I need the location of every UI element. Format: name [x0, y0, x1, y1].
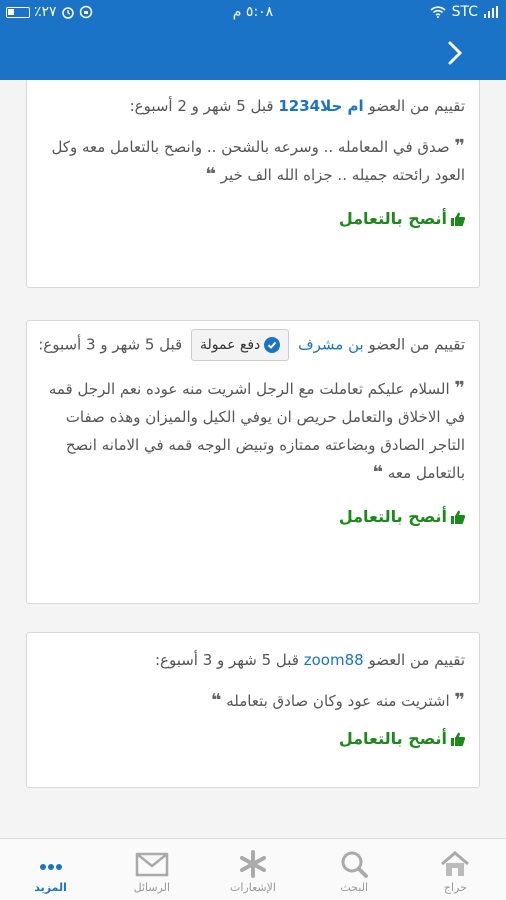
close-quote-icon: ❝ — [205, 164, 216, 185]
recommendation: أنصح بالتعامل — [37, 729, 465, 748]
tab-label: الإشعارات — [230, 881, 276, 894]
tab-more[interactable]: المزيد — [0, 839, 101, 900]
review-card: تقييم من العضو zoom88 قبل 5 شهر و 3 أسبو… — [26, 632, 480, 788]
member-link[interactable]: ام حلا1234 — [278, 97, 363, 115]
tab-home[interactable]: حراج — [405, 839, 506, 900]
nav-bar — [0, 26, 506, 80]
thumbs-up-icon — [451, 510, 465, 524]
review-header: تقييم من العضو zoom88 قبل 5 شهر و 3 أسبو… — [37, 647, 465, 673]
review-prefix: تقييم من العضو — [368, 651, 465, 669]
tab-notifications[interactable]: الإشعارات — [202, 839, 303, 900]
review-prefix: تقييم من العضو — [368, 335, 465, 354]
member-link[interactable]: بن مشرف — [298, 336, 364, 354]
recommendation: أنصح بالتعامل — [37, 507, 465, 526]
wifi-icon — [430, 6, 446, 18]
recommendation-label: أنصح بالتعامل — [338, 729, 447, 748]
review-card: تقييم من العضو بن مشرف دفع عمولة قبل 5 ش… — [26, 320, 480, 604]
review-timing: قبل 5 شهر و 3 أسبوع: — [154, 651, 299, 669]
review-text-block: ❞ السلام عليكم تعاملت مع الرجل اشريت منه… — [37, 375, 465, 487]
close-quote-icon: ❝ — [210, 690, 222, 711]
signal-icon — [484, 6, 498, 18]
check-circle-icon — [264, 337, 281, 353]
home-icon — [441, 851, 470, 876]
close-quote-icon: ❝ — [372, 462, 384, 483]
review-header: تقييم من العضو ام حلا1234 قبل 5 شهر و 2 … — [37, 93, 465, 119]
review-text: صدق في المعامله .. وسرعه بالشحن .. وانصح… — [51, 138, 465, 184]
commission-badge-label: دفع عمولة — [200, 337, 261, 353]
review-text-block: ❞ اشتريت منه عود وكان صادق بتعامله ❝ — [37, 687, 465, 715]
open-quote-icon: ❞ — [454, 690, 465, 711]
review-text: اشتريت منه عود وكان صادق بتعامله — [226, 692, 450, 710]
review-text: السلام عليكم تعاملت مع الرجل اشريت منه ع… — [48, 380, 465, 482]
reviews-list[interactable]: تقييم من العضو ام حلا1234 قبل 5 شهر و 2 … — [0, 80, 506, 838]
open-quote-icon: ❞ — [454, 136, 465, 157]
tab-bar: حراج البحث الإشعارات الرسائل المزيد — [0, 838, 506, 900]
review-timing: قبل 5 شهر و 2 أسبوع: — [129, 97, 274, 115]
status-bar: ٪٢٧ ٥:٠٨ م STC — [0, 0, 506, 26]
chevron-right-icon[interactable] — [440, 38, 470, 68]
thumbs-up-icon — [451, 212, 465, 226]
review-text-block: ❞ صدق في المعامله .. وسرعه بالشحن .. وان… — [37, 133, 465, 189]
review-header: تقييم من العضو بن مشرف دفع عمولة قبل 5 ش… — [37, 329, 465, 361]
carrier-name: STC — [451, 4, 478, 20]
open-quote-icon: ❞ — [454, 378, 465, 399]
recommendation: أنصح بالتعامل — [37, 209, 465, 228]
recommendation-label: أنصح بالتعامل — [338, 507, 447, 526]
tab-messages[interactable]: الرسائل — [101, 839, 202, 900]
tab-label: حراج — [443, 881, 467, 894]
asterisk-icon — [240, 850, 266, 878]
member-link[interactable]: zoom88 — [304, 651, 364, 669]
tab-label: المزيد — [34, 881, 67, 894]
tab-search[interactable]: البحث — [304, 839, 405, 900]
more-icon — [39, 864, 62, 870]
review-prefix: تقييم من العضو — [368, 97, 465, 115]
commission-badge: دفع عمولة — [191, 329, 290, 361]
tab-label: البحث — [340, 881, 369, 894]
tab-label: الرسائل — [133, 881, 171, 894]
review-card: تقييم من العضو ام حلا1234 قبل 5 شهر و 2 … — [26, 80, 480, 288]
review-timing: قبل 5 شهر و 3 أسبوع: — [38, 335, 183, 354]
thumbs-up-icon — [451, 732, 465, 746]
mail-icon — [135, 852, 169, 877]
status-right: STC — [430, 4, 498, 20]
recommendation-label: أنصح بالتعامل — [338, 209, 447, 228]
search-icon — [341, 851, 369, 878]
